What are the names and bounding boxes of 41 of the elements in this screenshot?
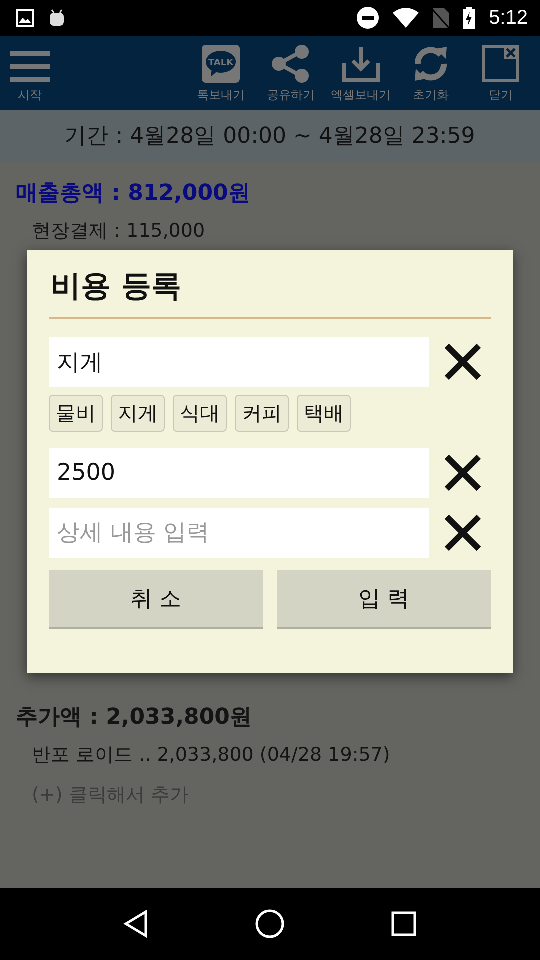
clear-icon[interactable]	[443, 513, 483, 553]
toolbar-button[interactable]: 닫기	[466, 36, 536, 110]
submit-button[interactable]: 입 력	[277, 570, 491, 629]
toolbar-button[interactable]: TALK 톡보내기	[186, 36, 256, 110]
battery-charging-icon	[463, 7, 476, 29]
preset-chip[interactable]: 식대	[173, 395, 227, 432]
preset-chip[interactable]: 커피	[235, 395, 289, 432]
chat-bubble-icon: TALK	[202, 45, 240, 83]
menu-icon	[10, 49, 50, 83]
payment-item: 현장결제 : 115,000	[31, 219, 206, 244]
image-icon	[16, 9, 34, 27]
extra-item: 반포 로이드 .. 2,033,800 (04/28 19:57)	[31, 743, 392, 768]
wifi-icon	[393, 8, 420, 28]
clock-time: 5:12	[489, 6, 528, 30]
do-not-disturb-icon	[357, 7, 380, 29]
clear-icon[interactable]	[443, 342, 483, 382]
toolbar-button[interactable]: 엑셀보내기	[326, 36, 396, 110]
home-icon[interactable]	[255, 909, 285, 939]
robot-icon	[48, 9, 66, 27]
share-icon	[271, 45, 311, 83]
preset-chip[interactable]: 지게	[111, 395, 165, 432]
clear-icon[interactable]	[443, 453, 483, 493]
preset-chip[interactable]: 택배	[297, 395, 351, 432]
sales-total: 매출총액 : 812,000원	[16, 180, 252, 208]
back-icon[interactable]	[123, 910, 149, 938]
input-field[interactable]: 지게	[49, 337, 429, 387]
period-label: 기간 : 4월28일 00:00 ~ 4월28일 23:59	[0, 110, 540, 162]
extra-total: 추가액 : 2,033,800원	[16, 704, 253, 732]
close-window-icon	[482, 45, 520, 83]
refresh-icon	[412, 45, 450, 83]
dialog-title: 비용 등록	[49, 266, 491, 319]
input-field[interactable]: 상세 내용 입력	[49, 508, 429, 558]
preset-chip[interactable]: 물비	[49, 395, 103, 432]
recents-icon[interactable]	[391, 911, 417, 937]
no-sim-icon	[433, 8, 450, 28]
download-icon	[341, 45, 381, 83]
toolbar-button[interactable]: 초기화	[396, 36, 466, 110]
toolbar-button[interactable]: 공유하기	[256, 36, 326, 110]
cancel-button[interactable]: 취 소	[49, 570, 263, 629]
input-field[interactable]: 2500	[49, 448, 429, 498]
menu-button[interactable]: 시작	[4, 36, 56, 110]
